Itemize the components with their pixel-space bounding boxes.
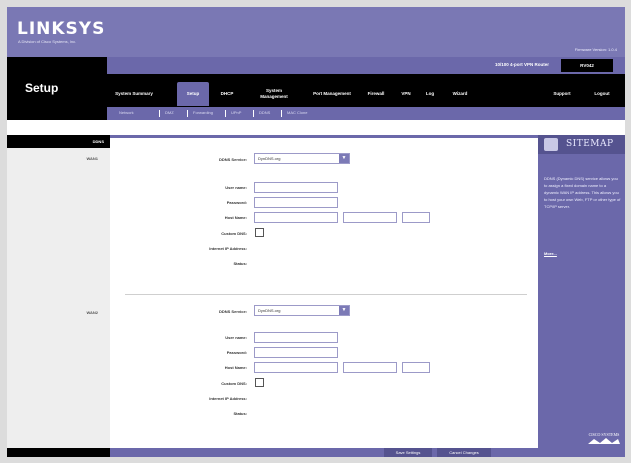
wan2-ip-label: Internet IP Address: — [209, 396, 247, 401]
subnav-dmz[interactable]: DMZ — [165, 110, 174, 115]
left-label-column: WAN1 WAN2 — [7, 148, 110, 448]
footer-left-block — [7, 448, 110, 457]
wan2-hostname-field-3[interactable] — [402, 362, 430, 373]
subnav-separator — [225, 110, 226, 117]
product-row: 10/100 4-port VPN Router RV042 — [107, 57, 625, 74]
top-accent-line — [110, 135, 538, 138]
page-title: Setup — [25, 81, 59, 95]
subnav-separator — [253, 110, 254, 117]
chevron-down-icon: ▼ — [339, 154, 349, 163]
wan1-custom-dns-checkbox[interactable] — [255, 228, 264, 237]
save-settings-button[interactable]: Save Settings — [384, 448, 432, 457]
nav-setup[interactable]: Setup — [177, 82, 209, 106]
chevron-down-icon: ▼ — [339, 306, 349, 315]
sitemap-header[interactable]: SITEMAP — [538, 135, 625, 154]
linksys-logo: LINKSYS — [17, 19, 106, 39]
wan1-password-label: Password: — [226, 200, 247, 205]
wan1-ip-label: Internet IP Address: — [209, 246, 247, 251]
wan2-username-field[interactable] — [254, 332, 338, 343]
subnav-separator — [159, 110, 160, 117]
sitemap-title: SITEMAP — [566, 139, 614, 149]
wan1-service-label: DDNS Service: — [218, 157, 247, 162]
wan1-hostname-field-1[interactable] — [254, 212, 338, 223]
wan1-custom-dns-label: Custom DNS: — [221, 231, 247, 236]
wan1-password-field[interactable] — [254, 197, 338, 208]
wan1-username-label: User name: — [225, 185, 247, 190]
wan2-service-select[interactable]: DynDNS.org ▼ — [254, 305, 350, 316]
more-link[interactable]: More... — [544, 251, 557, 256]
wan2-hostname-label: Host Name: — [224, 365, 247, 370]
model-number: RV042 — [561, 59, 613, 72]
cancel-changes-button[interactable]: Cancel Changes — [437, 448, 491, 457]
wan2-service-value: DynDNS.org — [258, 308, 281, 313]
wan2-status-label: Status: — [233, 411, 247, 416]
cisco-logo-text: CISCO SYSTEMS — [589, 432, 620, 437]
subnav-network[interactable]: Network — [119, 110, 134, 115]
subnav-separator — [187, 110, 188, 117]
wan1-status-label: Status: — [233, 261, 247, 266]
section-title: DDNS — [92, 139, 104, 144]
help-text: DDNS (Dynamic DNS) service allows you to… — [544, 176, 621, 209]
wan1-hostname-field-3[interactable] — [402, 212, 430, 223]
wan1-username-field[interactable] — [254, 182, 338, 193]
wan2-label: WAN2 — [86, 310, 98, 315]
product-name: 10/100 4-port VPN Router — [494, 62, 549, 67]
section-title-bar: DDNS — [7, 135, 110, 148]
wan2-hostname-field-2[interactable] — [343, 362, 397, 373]
wan2-hostname-field-1[interactable] — [254, 362, 338, 373]
wan1-label: WAN1 — [86, 156, 98, 161]
page-title-block: Setup — [7, 57, 107, 120]
sitemap-icon — [544, 138, 558, 151]
subnav-mac-clone[interactable]: MAC Clone — [287, 110, 307, 115]
router-admin-page: LINKSYS A Division of Cisco Systems, Inc… — [7, 7, 625, 457]
subnav-ddns[interactable]: DDNS — [259, 110, 270, 115]
wan1-service-select[interactable]: DynDNS.org ▼ — [254, 153, 350, 164]
subnav-forwarding[interactable]: Forwarding — [193, 110, 213, 115]
wan2-service-label: DDNS Service: — [218, 309, 247, 314]
sitemap-panel: SITEMAP DDNS (Dynamic DNS) service allow… — [538, 135, 625, 448]
wan1-hostname-field-2[interactable] — [343, 212, 397, 223]
cisco-bridge-shape — [588, 438, 620, 444]
wan1-service-value: DynDNS.org — [258, 156, 281, 161]
logo-subtitle: A Division of Cisco Systems, Inc. — [18, 39, 77, 44]
section-divider — [125, 294, 527, 295]
cisco-systems-logo: CISCO SYSTEMS — [588, 432, 620, 444]
subnav-separator — [281, 110, 282, 117]
header-banner: LINKSYS A Division of Cisco Systems, Inc… — [7, 7, 625, 57]
wan2-custom-dns-checkbox[interactable] — [255, 378, 264, 387]
sub-nav: Network DMZ Forwarding UPnP DDNS MAC Clo… — [107, 107, 625, 120]
wan2-password-label: Password: — [226, 350, 247, 355]
wan1-hostname-label: Host Name: — [224, 215, 247, 220]
wan2-username-label: User name: — [225, 335, 247, 340]
subnav-upnp[interactable]: UPnP — [231, 110, 241, 115]
wan2-custom-dns-label: Custom DNS: — [221, 381, 247, 386]
firmware-version: Firmware Version: 1.0.4 — [574, 47, 617, 52]
wan2-password-field[interactable] — [254, 347, 338, 358]
